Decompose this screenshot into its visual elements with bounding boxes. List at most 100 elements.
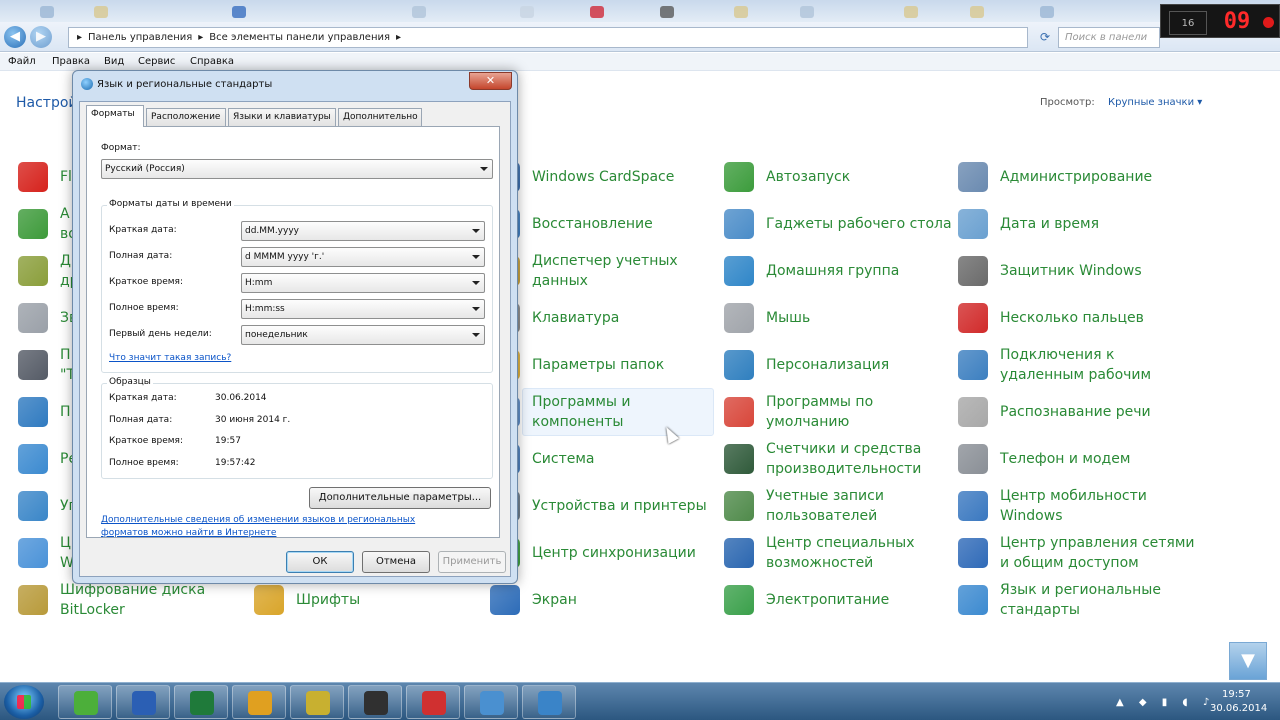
cp-item-label: Устройства и принтеры <box>532 498 707 514</box>
cancel-button[interactable]: Отмена <box>362 551 430 573</box>
cp-item[interactable]: Зв <box>18 298 77 338</box>
cp-item[interactable]: П "Т <box>18 345 75 385</box>
view-dropdown[interactable]: Крупные значки ▾ <box>1108 97 1202 108</box>
tab-advanced[interactable]: Дополнительно <box>338 108 422 126</box>
menu-file[interactable]: Файл <box>8 56 36 67</box>
meaning-link[interactable]: Что значит такая запись? <box>109 353 231 363</box>
cp-item[interactable]: Подключения к удаленным рабочим <box>958 345 1151 385</box>
tab-formats[interactable]: Форматы <box>86 105 144 127</box>
breadcrumb-sep-icon: ▸ <box>396 32 402 43</box>
cp-item[interactable]: Гаджеты рабочего стола <box>724 204 952 244</box>
cp-item[interactable]: Центр синхронизации <box>490 533 696 573</box>
cp-item[interactable]: Защитник Windows <box>958 251 1142 291</box>
cp-item[interactable]: Шрифты <box>254 580 360 620</box>
cp-item[interactable]: Fl <box>18 157 72 197</box>
cp-item[interactable]: Центр специальных возможностей <box>724 533 915 573</box>
chevron-down-icon <box>472 307 480 311</box>
sample-long-date-label: Полная дата: <box>109 415 173 425</box>
short-date-select[interactable]: dd.MM.yyyy <box>241 221 485 241</box>
info-link-line-1[interactable]: Дополнительные сведения об изменении язы… <box>101 515 415 525</box>
recorder-counter: 09 <box>1223 9 1251 34</box>
cp-item[interactable]: Д др <box>18 251 79 291</box>
cp-item-label: Персонализация <box>766 357 890 373</box>
first-day-label: Первый день недели: <box>109 329 212 339</box>
cp-item[interactable]: Экран <box>490 580 577 620</box>
short-time-select[interactable]: H:mm <box>241 273 485 293</box>
cp-item[interactable]: Язык и региональные стандарты <box>958 580 1161 620</box>
recorder-overlay: 16 09 <box>1160 4 1280 38</box>
menu-help[interactable]: Справка <box>190 56 234 67</box>
first-day-select[interactable]: понедельник <box>241 325 485 345</box>
long-time-select[interactable]: H:mm:ss <box>241 299 485 319</box>
cp-item[interactable]: Ре <box>18 439 77 479</box>
taskbar-chrome-button[interactable] <box>232 685 286 719</box>
taskbar-control-panel-button[interactable] <box>464 685 518 719</box>
cp-item[interactable]: Электропитание <box>724 580 889 620</box>
cp-item-label: Windows CardSpace <box>532 169 675 185</box>
cp-item[interactable]: Устройства и принтеры <box>490 486 707 526</box>
sample-short-date-label: Краткая дата: <box>109 393 177 403</box>
cp-item-icon <box>18 444 48 474</box>
format-label: Формат: <box>101 143 141 153</box>
taskbar-utorrent-button[interactable] <box>58 685 112 719</box>
cp-item[interactable]: Дата и время <box>958 204 1099 244</box>
cp-item[interactable]: Программы по умолчанию <box>724 392 873 432</box>
taskbar-word-button[interactable] <box>116 685 170 719</box>
cp-item[interactable]: Телефон и модем <box>958 439 1130 479</box>
scroll-down-button[interactable]: ▼ <box>1229 642 1267 680</box>
cp-item[interactable]: Несколько пальцев <box>958 298 1144 338</box>
tray-icons[interactable]: ▲ ◆ ▮ ◖ ♪ <box>1116 697 1215 708</box>
back-button[interactable]: ◀ <box>4 26 26 48</box>
cp-item[interactable]: П <box>18 392 71 432</box>
cp-item[interactable]: Шифрование диска BitLocker <box>18 580 205 620</box>
format-select[interactable]: Русский (Россия) <box>101 159 493 179</box>
cp-item[interactable]: Домашняя группа <box>724 251 899 291</box>
cp-item-icon <box>18 397 48 427</box>
additional-settings-button[interactable]: Дополнительные параметры... <box>309 487 491 509</box>
taskbar-excel-button[interactable] <box>174 685 228 719</box>
taskbar-record-button[interactable] <box>406 685 460 719</box>
cp-item[interactable]: Счетчики и средства производительности <box>724 439 921 479</box>
cp-item[interactable]: Администрирование <box>958 157 1152 197</box>
cp-item-icon <box>958 350 988 380</box>
cp-item[interactable]: Распознавание речи <box>958 392 1151 432</box>
menu-tools[interactable]: Сервис <box>138 56 175 67</box>
menu-view[interactable]: Вид <box>104 56 124 67</box>
taskbar-region-button[interactable] <box>522 685 576 719</box>
long-date-select[interactable]: d MMMM yyyy 'г.' <box>241 247 485 267</box>
ok-button[interactable]: ОК <box>286 551 354 573</box>
cp-item[interactable]: Центр мобильности Windows <box>958 486 1147 526</box>
cp-item[interactable]: Ц W <box>18 533 74 573</box>
sample-long-time-value: 19:57:42 <box>215 458 256 468</box>
cp-item[interactable]: Уп <box>18 486 78 526</box>
cp-item[interactable]: А во <box>18 204 77 244</box>
taskbar-tool-button[interactable] <box>290 685 344 719</box>
info-link-line-2[interactable]: форматов можно найти в Интернете <box>101 528 276 538</box>
clock-date[interactable]: 30.06.2014 <box>1210 703 1267 714</box>
cp-item[interactable]: Автозапуск <box>724 157 850 197</box>
address-field[interactable]: ▸ Панель управления ▸ Все элементы панели у… <box>68 27 1028 48</box>
start-button[interactable] <box>4 685 44 719</box>
record-icon <box>422 691 446 715</box>
cp-item[interactable]: Учетные записи пользователей <box>724 486 884 526</box>
tab-keyboards[interactable]: Языки и клавиатуры <box>228 108 336 126</box>
cp-item-label: Система <box>532 451 595 467</box>
search-input[interactable]: Поиск в панели управления <box>1058 27 1160 62</box>
breadcrumb-item[interactable]: Панель управления <box>88 32 192 43</box>
cp-item[interactable]: Центр управления сетями и общим доступом <box>958 533 1195 573</box>
menu-edit[interactable]: Правка <box>52 56 90 67</box>
close-button[interactable]: ✕ <box>469 72 512 90</box>
cp-item-label: Параметры папок <box>532 357 665 373</box>
refresh-icon[interactable]: ⟳ <box>1036 27 1054 48</box>
apply-button[interactable]: Применить <box>438 551 506 573</box>
cp-item-icon <box>724 585 754 615</box>
cp-item[interactable]: Мышь <box>724 298 810 338</box>
cp-item-icon <box>958 585 988 615</box>
tab-location[interactable]: Расположение <box>146 108 226 126</box>
forward-button[interactable]: ▶ <box>30 26 52 48</box>
clock-time[interactable]: 19:57 <box>1222 689 1251 700</box>
taskbar-bandicam-button[interactable] <box>348 685 402 719</box>
cp-item[interactable]: Персонализация <box>724 345 889 385</box>
breadcrumb-item[interactable]: Все элементы панели управления <box>209 32 390 43</box>
cp-item[interactable]: Диспетчер учетных данных <box>490 251 678 291</box>
